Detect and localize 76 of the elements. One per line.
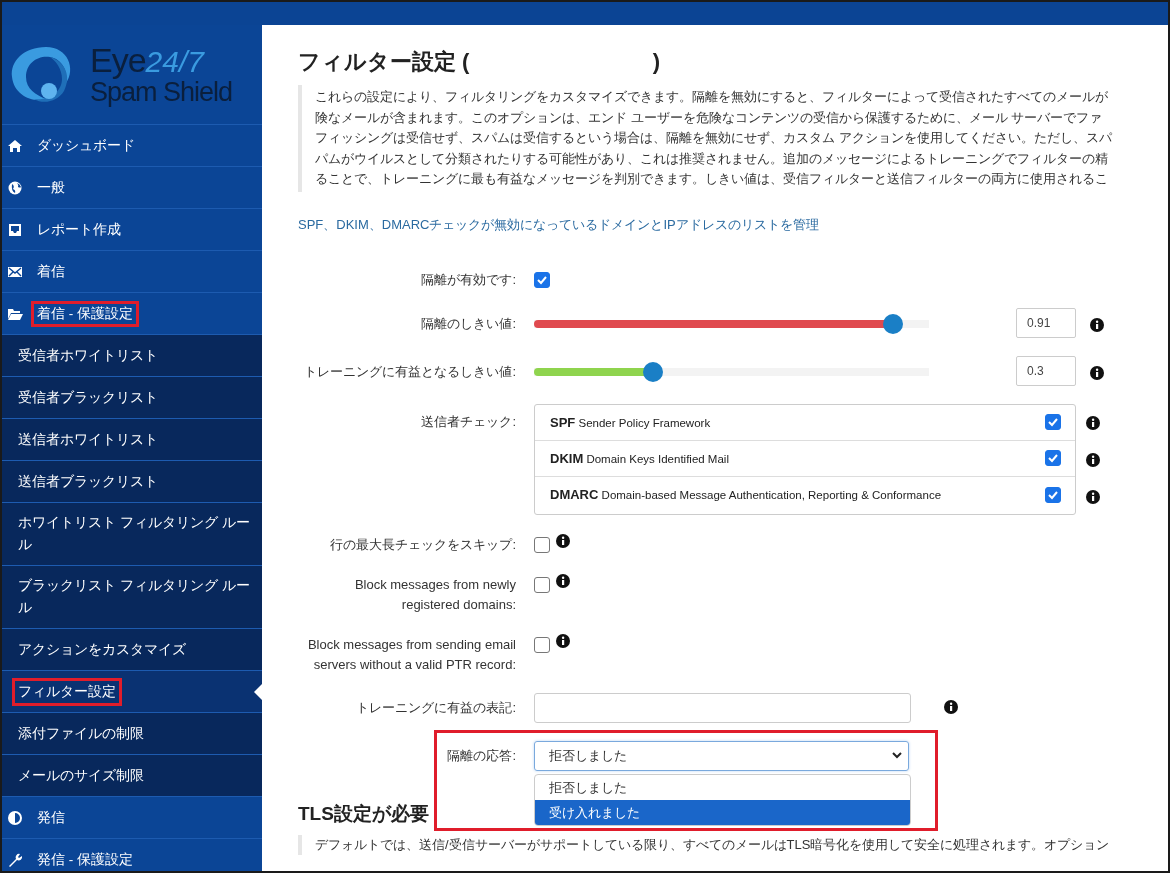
sidebar-item[interactable]: 一般 xyxy=(2,167,262,209)
home-icon xyxy=(8,138,23,153)
sidebar-item[interactable]: 着信 xyxy=(2,251,262,293)
page-title: フィルター設定 ( ) xyxy=(298,48,662,76)
half-circle-icon xyxy=(8,810,23,825)
number-field[interactable]: 0.3 xyxy=(1016,355,1076,386)
check-option-label: SPF Sender Policy Framework xyxy=(550,414,711,430)
checkbox[interactable] xyxy=(534,576,550,593)
sidebar-item[interactable]: ブラックリスト フィルタリング ルール xyxy=(2,566,262,629)
description-text: これらの設定により、フィルタリングをカスタマイズできます。隔離を無効にすると、フィルターによって受信されたすべてのメールが 険なメールが含まれます。このオプションは、エンド ユーザーを危険なコンテンツの受信から保護するために、メール サーバーでファ フィッシングは受信せず、スパムは受信するという場合は、隔離を無効にせず、カスタム アクションを使用してください。ただし、スパ パムがウイルスとして分類されたりする可能性があり、これは推奨されません。追加のメッセージによるトレーニングでフィルターの精 ることで、トレーニングに最も有益なメッセージを判別できます。しきい値は、受信フィルターと送信フィルターの両方に使用されるこ xyxy=(298,85,1112,192)
check-option-label: DMARC Domain-based Message Authentication, Reporting & Conformance xyxy=(550,487,942,502)
sidebar-item[interactable]: フィルター設定 xyxy=(2,671,262,713)
info-icon xyxy=(1086,489,1100,504)
info-icon xyxy=(1086,415,1100,430)
number-field[interactable]: 0.91 xyxy=(1016,307,1076,338)
field-label: 送信者チェック: xyxy=(420,412,516,431)
sidebar-item[interactable]: 発信 xyxy=(2,797,262,839)
sidebar-label: 着信 xyxy=(36,262,66,281)
sidebar-item[interactable]: アクションをカスタマイズ xyxy=(2,629,262,671)
wrench-icon xyxy=(8,852,23,867)
check-option-label: DKIM Domain Keys Identified Mail xyxy=(550,450,729,466)
envelope-icon xyxy=(8,264,23,279)
field-label: 隔離のしきい値: xyxy=(420,314,516,333)
field-label: 行の最大長チェックをスキップ: xyxy=(329,535,516,554)
sidebar-item[interactable]: メールのサイズ制限 xyxy=(2,755,262,797)
field-label: 隔離の応答: xyxy=(446,746,516,765)
field-label: トレーニングに有益の表記: xyxy=(355,698,516,717)
sidebar-label: 一般 xyxy=(36,178,66,197)
field-label: Block messages from newly registered domains: xyxy=(353,575,516,614)
logo-text: Spam Shield xyxy=(90,79,233,106)
dropdown-field[interactable]: 拒否しました xyxy=(534,740,909,771)
sidebar-label: 送信者ブラックリスト xyxy=(17,472,159,491)
sidebar-item[interactable]: ホワイトリスト フィルタリング ルール xyxy=(2,503,262,566)
sidebar-label: 発信 xyxy=(36,808,66,827)
field-label: Block messages from sending email servers without a valid PTR record: xyxy=(306,635,516,674)
field-label: 隔離が有効です: xyxy=(420,270,516,289)
section-heading: TLS設定が必要 xyxy=(298,801,429,826)
inbox-icon xyxy=(8,222,23,237)
sidebar-item[interactable]: レポート作成 xyxy=(2,209,262,251)
field-label: トレーニングに有益となるしきい値: xyxy=(303,362,516,381)
sidebar-item[interactable]: 送信者ホワイトリスト xyxy=(2,419,262,461)
checkbox[interactable] xyxy=(534,636,550,653)
globe-icon xyxy=(8,180,23,195)
slider-thumb[interactable] xyxy=(642,361,663,382)
dropdown-option[interactable]: 受け入れました xyxy=(535,799,910,825)
dropdown-option[interactable]: 拒否しました xyxy=(535,774,910,800)
sidebar-label: レポート作成 xyxy=(36,220,122,239)
manage-list-link[interactable]: SPF、DKIM、DMARCチェックが無効になっているドメインとIPアドレスのリストを管理 xyxy=(298,215,819,234)
checkbox[interactable] xyxy=(1045,414,1061,430)
sidebar-item[interactable]: 添付ファイルの制限 xyxy=(2,713,262,755)
logo-text: Eye xyxy=(90,43,146,77)
sidebar-label: 発信 - 保護設定 xyxy=(36,850,134,869)
sidebar-label: メールのサイズ制限 xyxy=(17,766,145,785)
logo-text: 24/7 xyxy=(145,47,204,77)
slider-thumb[interactable] xyxy=(883,313,904,334)
chevron-icon xyxy=(892,752,902,759)
checkbox[interactable] xyxy=(534,271,550,288)
sidebar-item[interactable]: 受信者ホワイトリスト xyxy=(2,335,262,377)
sidebar-label: 送信者ホワイトリスト xyxy=(17,430,159,449)
checkbox[interactable] xyxy=(1045,450,1061,466)
sidebar-label: ダッシュボード xyxy=(36,136,136,155)
sidebar-label: ブラックリスト フィルタリング ルール xyxy=(17,577,251,617)
sidebar-label: 受信者ブラックリスト xyxy=(17,388,159,407)
sidebar-label: フィルター設定 xyxy=(12,677,122,706)
sidebar-item[interactable]: 送信者ブラックリスト xyxy=(2,461,262,503)
description-text: デフォルトでは、送信/受信サーバーがサポートしている限り、すべてのメールはTLS暗号化を使用して安全に処理されます。オプション xyxy=(298,834,1110,855)
checkbox[interactable] xyxy=(1045,486,1061,503)
sidebar-item[interactable]: 受信者ブラックリスト xyxy=(2,377,262,419)
sidebar-label: 添付ファイルの制限 xyxy=(17,724,145,743)
sidebar-label: 受信者ホワイトリスト xyxy=(17,346,159,365)
text-field[interactable] xyxy=(534,692,911,723)
checkbox[interactable] xyxy=(534,536,550,553)
info-icon xyxy=(1086,452,1100,467)
sidebar-label: ホワイトリスト フィルタリング ルール xyxy=(17,514,251,554)
sidebar-label: アクションをカスタマイズ xyxy=(17,640,187,659)
sidebar-label: 着信 - 保護設定 xyxy=(31,300,139,327)
